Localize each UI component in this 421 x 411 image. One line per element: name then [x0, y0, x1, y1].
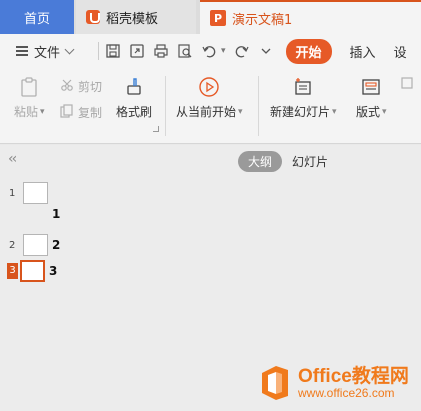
watermark: Office教程网 www.office26.com: [258, 363, 409, 403]
tab-home-label: 首页: [23, 11, 50, 27]
play-dropdown-icon: ▾: [238, 106, 243, 117]
new-slide-dropdown-icon: ▾: [332, 106, 337, 117]
layout-label: 版式: [356, 105, 381, 119]
customize-toolbar-icon[interactable]: [258, 43, 274, 59]
copy-icon: [60, 104, 74, 121]
undo-icon[interactable]: [201, 43, 217, 59]
file-menu[interactable]: 文件: [0, 42, 92, 61]
tab-document-label: 演示文稿1: [232, 12, 293, 28]
watermark-url: www.office26.com: [298, 385, 395, 400]
new-slide-button[interactable]: 新建幻灯片 ▾: [270, 76, 337, 120]
export-icon[interactable]: [129, 43, 145, 59]
office-logo-icon: [262, 366, 288, 400]
paste-label: 粘贴: [14, 105, 39, 119]
slides-view-toggle[interactable]: 幻灯片: [292, 153, 328, 170]
file-menu-label: 文件: [34, 45, 61, 61]
tab-template-label: 稻壳模板: [106, 11, 159, 27]
cut-button[interactable]: 剪切: [60, 78, 102, 95]
slide-2-text[interactable]: 2: [52, 238, 60, 252]
slide-number: 1: [9, 187, 16, 199]
outline-slide-2[interactable]: 2 2: [9, 234, 60, 256]
outline-view-toggle[interactable]: 大纲: [238, 151, 283, 172]
play-icon: [198, 76, 220, 101]
slide-number-active: 3: [7, 263, 18, 279]
layout-icon: [360, 76, 382, 101]
clipboard-group-launcher-icon[interactable]: [153, 126, 159, 132]
view-switch: 大纲 幻灯片: [238, 151, 328, 172]
outline-slide-3[interactable]: 3 3: [7, 260, 57, 282]
save-icon[interactable]: [105, 43, 121, 59]
outline-slide-1[interactable]: 1: [9, 182, 48, 204]
slide-thumbnail-icon: [20, 260, 45, 282]
chevron-down-icon: [64, 44, 75, 54]
undo-dropdown-icon[interactable]: ▾: [221, 46, 226, 56]
tab-docer-template[interactable]: 稻壳模板: [76, 0, 196, 34]
divider: [98, 42, 99, 60]
format-painter-button[interactable]: 格式刷: [116, 76, 152, 120]
watermark-title: Office教程网: [298, 365, 409, 387]
ribbon-divider: [165, 76, 166, 136]
scissors-icon: [60, 78, 74, 95]
format-painter-icon: [123, 76, 145, 101]
ribbon-tabs: 开始 插入 设: [285, 38, 407, 64]
print-icon[interactable]: [153, 43, 169, 59]
play-from-current-button[interactable]: 从当前开始 ▾: [176, 76, 243, 120]
tab-home[interactable]: 首页: [0, 0, 74, 34]
slide-thumbnail-icon: [23, 234, 48, 256]
slide-1-text[interactable]: 1: [52, 207, 60, 221]
paste-icon: [18, 76, 40, 101]
cut-label: 剪切: [78, 80, 103, 94]
tab-presentation[interactable]: P 演示文稿1: [200, 0, 421, 34]
tab-insert[interactable]: 插入: [350, 42, 376, 61]
new-slide-label: 新建幻灯片: [270, 105, 331, 119]
quick-access-toolbar: ▾: [105, 43, 274, 59]
collapse-panel-icon[interactable]: ‹‹: [8, 151, 17, 167]
reset-icon: [400, 76, 414, 93]
ribbon: 粘贴 ▾ 剪切 复制 格式刷 从当前开始 ▾ 新建幻灯片 ▾ 版式 ▾: [0, 68, 421, 144]
format-painter-label: 格式刷: [116, 105, 153, 119]
new-slide-icon: [292, 76, 314, 101]
tab-strip: 首页 稻壳模板 P 演示文稿1: [0, 0, 421, 34]
hamburger-icon: [16, 46, 28, 56]
paste-button[interactable]: 粘贴 ▾: [14, 76, 45, 120]
menu-bar: 文件 ▾ 开始 插入 设: [0, 34, 421, 68]
play-from-current-label: 从当前开始: [176, 105, 237, 119]
presentation-icon: P: [210, 10, 226, 26]
reset-button[interactable]: [400, 76, 414, 93]
layout-button[interactable]: 版式 ▾: [356, 76, 387, 120]
copy-label: 复制: [78, 106, 103, 120]
docer-icon: [86, 10, 100, 24]
slide-3-text[interactable]: 3: [49, 264, 57, 278]
tab-start[interactable]: 开始: [285, 38, 332, 64]
print-preview-icon[interactable]: [177, 43, 193, 59]
redo-icon[interactable]: [234, 43, 250, 59]
ribbon-divider: [258, 76, 259, 136]
slide-number: 2: [9, 239, 16, 251]
copy-button[interactable]: 复制: [60, 104, 102, 121]
layout-dropdown-icon: ▾: [382, 106, 387, 117]
tab-design[interactable]: 设: [394, 42, 407, 61]
slide-thumbnail-icon: [23, 182, 48, 204]
paste-dropdown-icon: ▾: [40, 106, 45, 117]
